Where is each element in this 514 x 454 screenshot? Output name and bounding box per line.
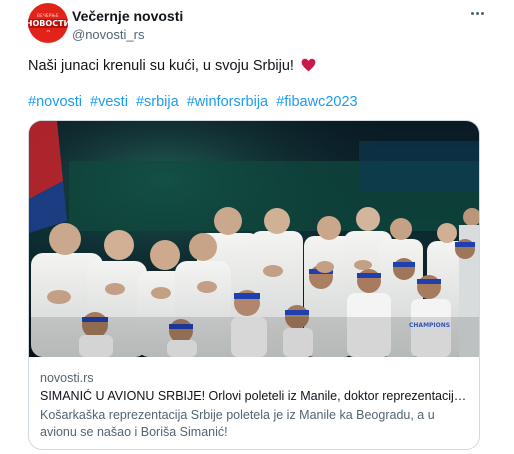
hashtag-link[interactable]: #vesti [90,94,128,110]
author-handle[interactable]: @novosti_rs [72,27,144,42]
card-domain[interactable]: novosti.rs [40,371,94,385]
author-name[interactable]: Večernje novosti [72,8,183,24]
hashtag-list: #novosti #vesti #srbija #winforsrbija #f… [28,94,358,110]
more-icon[interactable] [466,6,488,20]
more-dot [480,11,484,15]
tweet[interactable]: ВЕЧЕРЊЕ НОВОСТИ .rs Večernje novosti @no… [0,0,514,454]
avatar-logo: НОВОСТИ [28,19,68,28]
avatar[interactable]: ВЕЧЕРЊЕ НОВОСТИ .rs [28,3,68,43]
hashtag-link[interactable]: #fibawc2023 [276,94,357,110]
link-card[interactable]: CHAMPIONS novosti.rs SIMANIĆ U AVIONU SR… [28,120,480,450]
heart-icon [301,58,316,72]
hashtag-link[interactable]: #srbija [136,94,179,110]
team-photo: CHAMPIONS [29,121,479,357]
tweet-text-row: Naši junaci krenuli su kući, u svoju Srb… [28,58,316,74]
tweet-text: Naši junaci krenuli su kući, u svoju Srb… [28,58,294,74]
hashtag-link[interactable]: #novosti [28,94,82,110]
more-dot [470,11,474,15]
avatar-logo-top: ВЕЧЕРЊЕ [37,13,59,18]
hashtag-link[interactable]: #winforsrbija [187,94,268,110]
avatar-logo-bottom: .rs [45,29,51,33]
card-title[interactable]: SIMANIĆ U AVIONU SRBIJE! Orlovi poleteli… [40,389,470,403]
more-dot [475,11,479,15]
card-description: Košarkaška reprezentacija Srbije poletel… [40,408,435,439]
card-image[interactable]: CHAMPIONS [29,121,479,357]
